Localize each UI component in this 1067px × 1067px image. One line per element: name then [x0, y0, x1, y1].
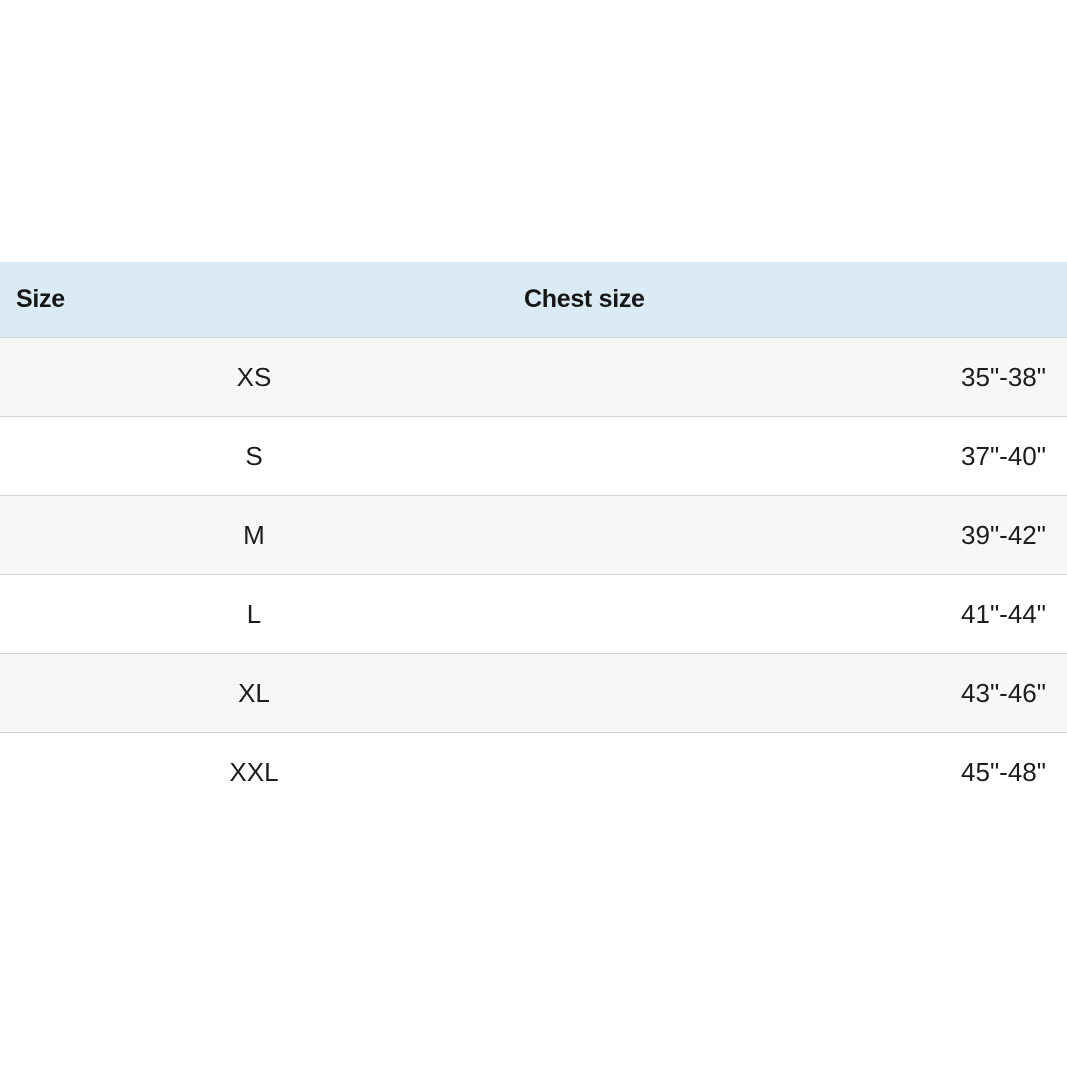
table-row: XL 43"-46"	[0, 654, 1067, 733]
size-cell: M	[243, 520, 265, 550]
chest-size-cell: 39"-42"	[961, 520, 1046, 550]
size-cell: S	[245, 441, 263, 471]
table-row: S 37"-40"	[0, 417, 1067, 496]
table-row: L 41"-44"	[0, 575, 1067, 654]
table-row: XS 35"-38"	[0, 338, 1067, 417]
chest-size-cell: 43"-46"	[961, 678, 1046, 708]
chest-size-cell: 37"-40"	[961, 441, 1046, 471]
chest-size-cell: 41"-44"	[961, 599, 1046, 629]
chest-size-cell: 35"-38"	[961, 362, 1046, 392]
header-chest-size: Chest size	[524, 285, 645, 313]
size-cell: L	[246, 599, 262, 629]
header-size: Size	[16, 285, 65, 313]
size-chart-table: Size Chest size XS 35"-38" S 37"-40" M 3…	[0, 262, 1067, 811]
size-cell: XL	[238, 678, 270, 708]
table-header-row: Size Chest size	[0, 262, 1067, 338]
size-cell: XXL	[229, 757, 279, 787]
table-row: XXL 45"-48"	[0, 733, 1067, 811]
chest-size-cell: 45"-48"	[961, 757, 1046, 787]
table-row: M 39"-42"	[0, 496, 1067, 575]
size-cell: XS	[236, 362, 272, 392]
